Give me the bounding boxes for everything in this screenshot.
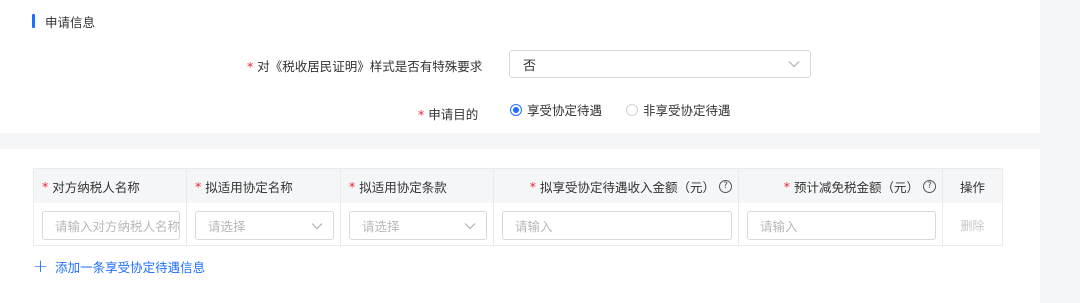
chevron-down-icon [788,61,800,68]
chevron-down-icon [464,222,476,229]
radio-checked-icon [510,103,522,116]
special-requirement-label: * 对《税收居民证明》样式是否有特殊要求 [247,59,483,74]
purpose-label: * 申请目的 [418,107,479,122]
treaty-info-table: * 对方纳税人名称 * 拟适用协定名称 * 拟适用协定条款 * 拟享受协定待遇收入金额（… [33,168,1003,247]
add-treaty-row-button[interactable]: + 添加一条享受协定待遇信息 [33,257,205,276]
radio-enjoy-treaty-label: 享受协定待遇 [527,103,603,118]
income-amount-input[interactable]: 请输入 [502,211,732,240]
special-requirement-select[interactable]: 否 [509,50,811,78]
col-header-tax-reduction: * 预计减免税金额（元） ? [739,169,943,203]
col-header-treaty-clause: * 拟适用协定条款 [341,169,494,203]
table-header: * 对方纳税人名称 * 拟适用协定名称 * 拟适用协定条款 * 拟享受协定待遇收入金额（… [34,169,1002,203]
required-mark: * [247,59,254,74]
table-cell-action: 删除 [943,203,1002,247]
col-header-income-amount: * 拟享受协定待遇收入金额（元） ? [494,169,739,203]
col-header-action: 操作 [959,179,985,195]
question-circle-icon[interactable]: ? [719,179,732,193]
table-cell-treaty-clause: 请选择 [341,203,494,247]
add-treaty-row-label: 添加一条享受协定待遇信息 [55,260,206,275]
radio-unchecked-icon [626,103,638,116]
tax-reduction-input[interactable]: 请输入 [747,211,936,240]
required-mark: * [418,107,425,122]
radio-not-enjoy-treaty[interactable]: 非享受协定待遇 [626,100,731,119]
counterparty-name-input[interactable]: 请输入对方纳税人名称 [42,211,180,240]
section-header: 申请信息 [32,13,96,30]
col-header-counterparty: * 对方纳税人名称 [34,169,187,203]
radio-enjoy-treaty[interactable]: 享受协定待遇 [510,100,602,119]
section-title: 申请信息 [45,14,96,30]
section-accent-bar [32,14,35,28]
page-side-background [1040,0,1080,303]
table-cell-tax-reduction: 请输入 [739,203,943,247]
question-circle-icon[interactable]: ? [923,179,936,193]
treaty-clause-select[interactable]: 请选择 [349,211,487,240]
plus-icon: + [33,255,49,277]
radio-not-enjoy-treaty-label: 非享受协定待遇 [643,103,731,118]
col-header-treaty-name: * 拟适用协定名称 [187,169,341,203]
table-cell-income-amount: 请输入 [494,203,739,247]
delete-row-button[interactable]: 删除 [943,203,1002,247]
table-cell-treaty-name: 请选择 [187,203,341,247]
section-divider [0,133,1040,149]
table-cell-counterparty: 请输入对方纳税人名称 [34,203,187,247]
chevron-down-icon [311,222,323,229]
special-requirement-value: 否 [523,58,537,74]
application-form-card: 申请信息 * 对《税收居民证明》样式是否有特殊要求 否 * 申请目的 享受协定待遇 … [0,0,1040,303]
treaty-name-select[interactable]: 请选择 [195,211,334,240]
